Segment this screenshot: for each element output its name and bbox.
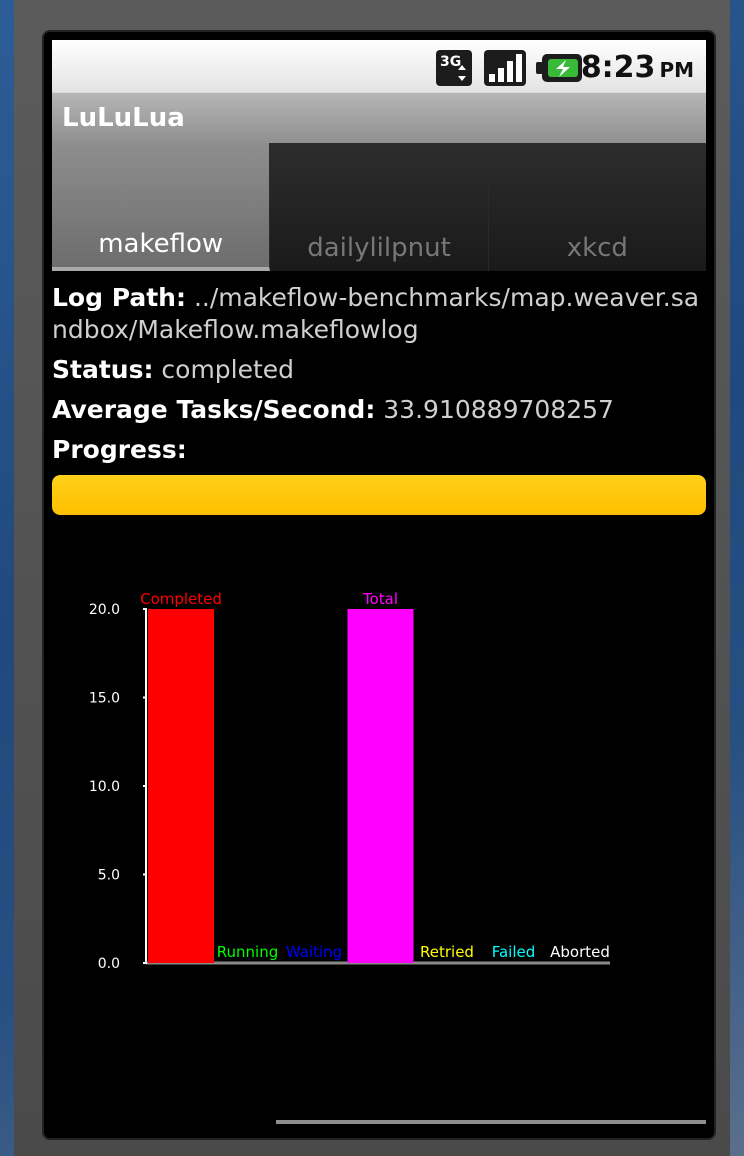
signal-strength-icon [484,50,526,90]
tab-xkcd[interactable]: xkcd [488,143,706,271]
log-path-label: Log Path: [52,283,186,312]
progress-row: Progress: [52,434,706,466]
y-tick-label: 5.0 [98,868,120,884]
tab-dailylilpnut[interactable]: dailylilpnut [270,143,489,271]
bar-label: Completed [140,590,222,608]
task-status-chart: 0.0 5.0 10.0 15.0 20.0 Completed Running Waitin… [89,590,610,972]
phone-screen: 3G 8:23 PM LuLuLua makeflow dailylilpnut… [44,32,714,1138]
y-tick-label: 20.0 [89,602,120,618]
avg-tasks-row: Average Tasks/Second: 33.910889708257 [52,394,706,426]
bar-label: Total [362,590,398,608]
3g-signal-icon: 3G [436,50,472,90]
avg-tasks-value: 33.910889708257 [383,395,614,424]
tab-makeflow[interactable]: makeflow [52,143,271,271]
tab-label: xkcd [566,233,628,263]
clock-time: 8:23 [580,50,656,85]
log-path-row: Log Path: ../makeflow-benchmarks/map.wea… [52,282,706,346]
makeflow-info: Log Path: ../makeflow-benchmarks/map.wea… [52,282,706,474]
status-bar: 3G 8:23 PM [52,40,706,92]
bar-total [347,609,414,963]
bar-label: Aborted [550,943,610,961]
progress-fill [52,475,706,515]
status-row: Status: completed [52,354,706,386]
status-clock: 8:23 PM [581,50,694,85]
bar-label: Waiting [286,943,342,961]
scrollbar[interactable] [276,1120,706,1124]
bar-label: Retried [420,943,474,961]
progress-bar [52,475,706,515]
status-value: completed [161,355,295,384]
tab-label: dailylilpnut [307,233,451,263]
avg-tasks-label: Average Tasks/Second: [52,395,376,424]
progress-label: Progress: [52,435,187,464]
battery-charging-icon [536,50,584,90]
svg-text:3G: 3G [440,54,461,70]
tab-label: makeflow [98,229,224,259]
y-tick-label: 0.0 [98,956,120,972]
tab-bar: makeflow dailylilpnut xkcd [52,143,706,271]
status-label: Status: [52,355,154,384]
bar-label: Failed [492,943,536,961]
app-title: LuLuLua [62,103,185,133]
y-tick-label: 15.0 [89,691,120,707]
bar-label: Running [217,943,278,961]
y-tick-label: 10.0 [89,779,120,795]
clock-ampm: PM [659,58,694,82]
app-title-bar: LuLuLua [52,92,706,144]
bar-completed [148,609,214,963]
